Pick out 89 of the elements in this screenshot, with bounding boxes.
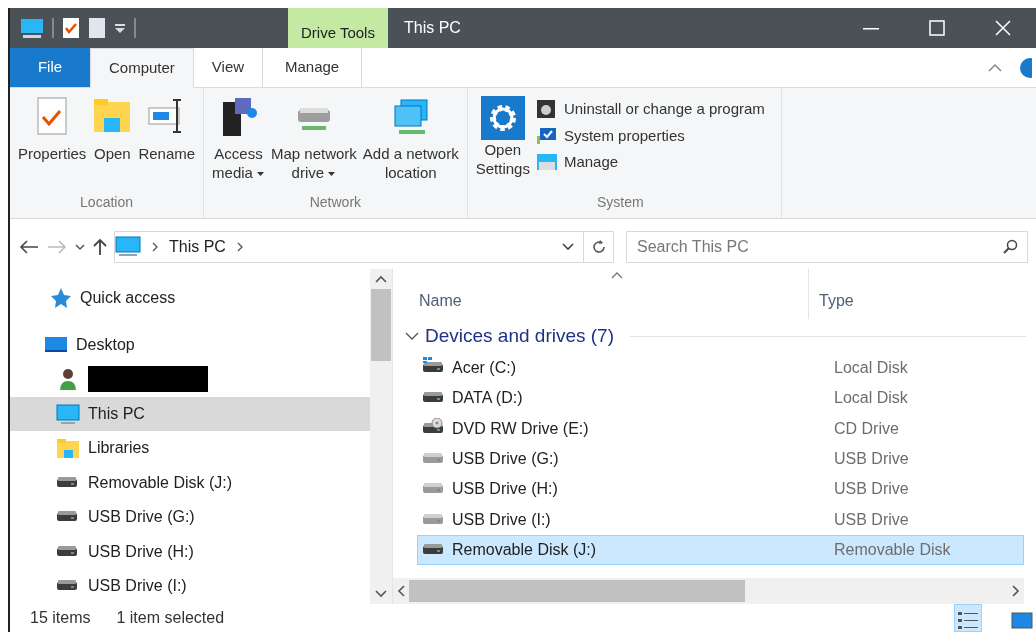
scroll-down-icon[interactable]: [375, 590, 387, 598]
ribbon-button[interactable]: System properties: [533, 122, 767, 149]
file-type: USB Drive: [834, 509, 909, 530]
ribbon-button[interactable]: Manage: [533, 149, 767, 176]
file-row[interactable]: USB Drive (I:) USB Drive: [417, 504, 1024, 535]
file-type: Local Disk: [834, 358, 908, 379]
search-field[interactable]: Search This PC: [626, 231, 1028, 263]
help-icon[interactable]: [1018, 56, 1032, 79]
ribbon-button[interactable]: Uninstall or change a program: [533, 96, 767, 123]
computer-icon: [56, 402, 80, 425]
context-tab-label: Drive Tools: [288, 8, 388, 48]
file-name: DATA (D:): [452, 388, 524, 409]
group-header[interactable]: Devices and drives (7): [425, 321, 615, 351]
collapse-ribbon-icon[interactable]: [988, 62, 1002, 73]
navigation-item[interactable]: This PC: [10, 396, 370, 431]
scroll-right-icon[interactable]: [1012, 585, 1020, 597]
ribbon-tab[interactable]: Manage: [262, 48, 363, 87]
column-header[interactable]: Name: [393, 269, 809, 319]
chevron-icon[interactable]: [235, 242, 244, 252]
vertical-scrollbar[interactable]: [370, 269, 392, 604]
group-label: System: [595, 193, 645, 212]
details-view-icon: [957, 609, 979, 630]
horizontal-scrollbar[interactable]: [393, 578, 1024, 604]
navigation-item[interactable]: Removable Disk (J:): [10, 465, 370, 500]
view-button[interactable]: [954, 604, 982, 632]
computer-management-icon: [535, 152, 558, 173]
refresh-icon[interactable]: [590, 239, 607, 255]
navigation-item[interactable]: Desktop: [10, 327, 370, 362]
file-row[interactable]: USB Drive (H:) USB Drive: [417, 474, 1024, 505]
ribbon-button[interactable]: Open: [90, 92, 135, 192]
recent-locations-icon[interactable]: [74, 242, 86, 252]
file-type: CD Drive: [834, 418, 899, 439]
folder-icon: [56, 437, 80, 460]
item-count: 15 items: [30, 608, 91, 628]
navigation-item[interactable]: USB Drive (G:): [10, 500, 370, 535]
file-name: Removable Disk (J:): [452, 539, 598, 560]
file-name: Acer (C:): [452, 358, 517, 379]
computer-icon[interactable]: [20, 17, 44, 39]
ribbon-button[interactable]: Open Settings: [473, 92, 532, 192]
file-type: Removable Disk: [834, 539, 951, 560]
document-icon[interactable]: [88, 17, 106, 39]
monitor-icon: [535, 125, 558, 146]
ribbon-button[interactable]: Add a network location: [360, 92, 461, 192]
scroll-up-icon[interactable]: [375, 275, 387, 283]
up-icon[interactable]: [92, 238, 108, 256]
customize-icon[interactable]: [114, 22, 126, 34]
ribbon-button[interactable]: Access media: [210, 92, 267, 192]
ribbon-button[interactable]: Map network drive: [268, 92, 359, 192]
navigation-item[interactable]: USB Drive (I:): [10, 569, 370, 604]
column-header[interactable]: Type: [809, 269, 854, 319]
ribbon-button[interactable]: Rename: [136, 92, 198, 192]
file-type: USB Drive: [834, 479, 909, 500]
window-title: This PC: [403, 18, 462, 38]
breadcrumb[interactable]: This PC: [169, 235, 226, 259]
file-row[interactable]: DATA (D:) Local Disk: [417, 383, 1024, 414]
close-icon[interactable]: [994, 19, 1012, 37]
navigation-item[interactable]: USB Drive (H:): [10, 534, 370, 569]
scroll-thumb[interactable]: [409, 580, 745, 602]
file-name: USB Drive (G:): [452, 449, 560, 470]
file-name: USB Drive (I:): [452, 509, 552, 530]
large-icons-view-icon: [1011, 609, 1033, 630]
ribbon-tab[interactable]: Computer: [90, 48, 194, 88]
navigation-item[interactable]: Quick access: [10, 281, 370, 316]
back-icon[interactable]: [18, 239, 40, 255]
file-name: DVD RW Drive (E:): [452, 418, 590, 439]
file-type: Local Disk: [834, 388, 908, 409]
computer-icon: [115, 236, 141, 258]
navigation-item[interactable]: Libraries: [10, 431, 370, 466]
file-type: USB Drive: [834, 449, 909, 470]
maximize-icon[interactable]: [928, 19, 946, 37]
group-label: Location: [79, 193, 134, 212]
expand-icon[interactable]: [405, 331, 419, 341]
file-row[interactable]: USB Drive (G:) USB Drive: [417, 443, 1024, 475]
address-field[interactable]: This PC: [114, 231, 614, 263]
file-menu-tab[interactable]: File: [10, 48, 90, 87]
group-label: Network: [308, 193, 363, 212]
scroll-thumb[interactable]: [371, 289, 391, 361]
chevron-icon: [151, 242, 159, 252]
file-row[interactable]: DVD RW Drive (E:) CD Drive: [417, 413, 1024, 444]
scroll-left-icon[interactable]: [397, 585, 405, 597]
checklist-icon[interactable]: [62, 17, 80, 39]
ribbon-button[interactable]: Properties: [16, 92, 89, 192]
selection-count: 1 item selected: [116, 608, 225, 628]
file-name: USB Drive (H:): [452, 479, 559, 500]
search-icon: [1002, 239, 1018, 255]
file-row[interactable]: Removable Disk (J:) Removable Disk: [417, 534, 1024, 566]
dropdown-icon[interactable]: [561, 242, 575, 252]
file-row[interactable]: Acer (C:) Local Disk: [417, 353, 1024, 384]
settings-icon: [480, 96, 525, 140]
